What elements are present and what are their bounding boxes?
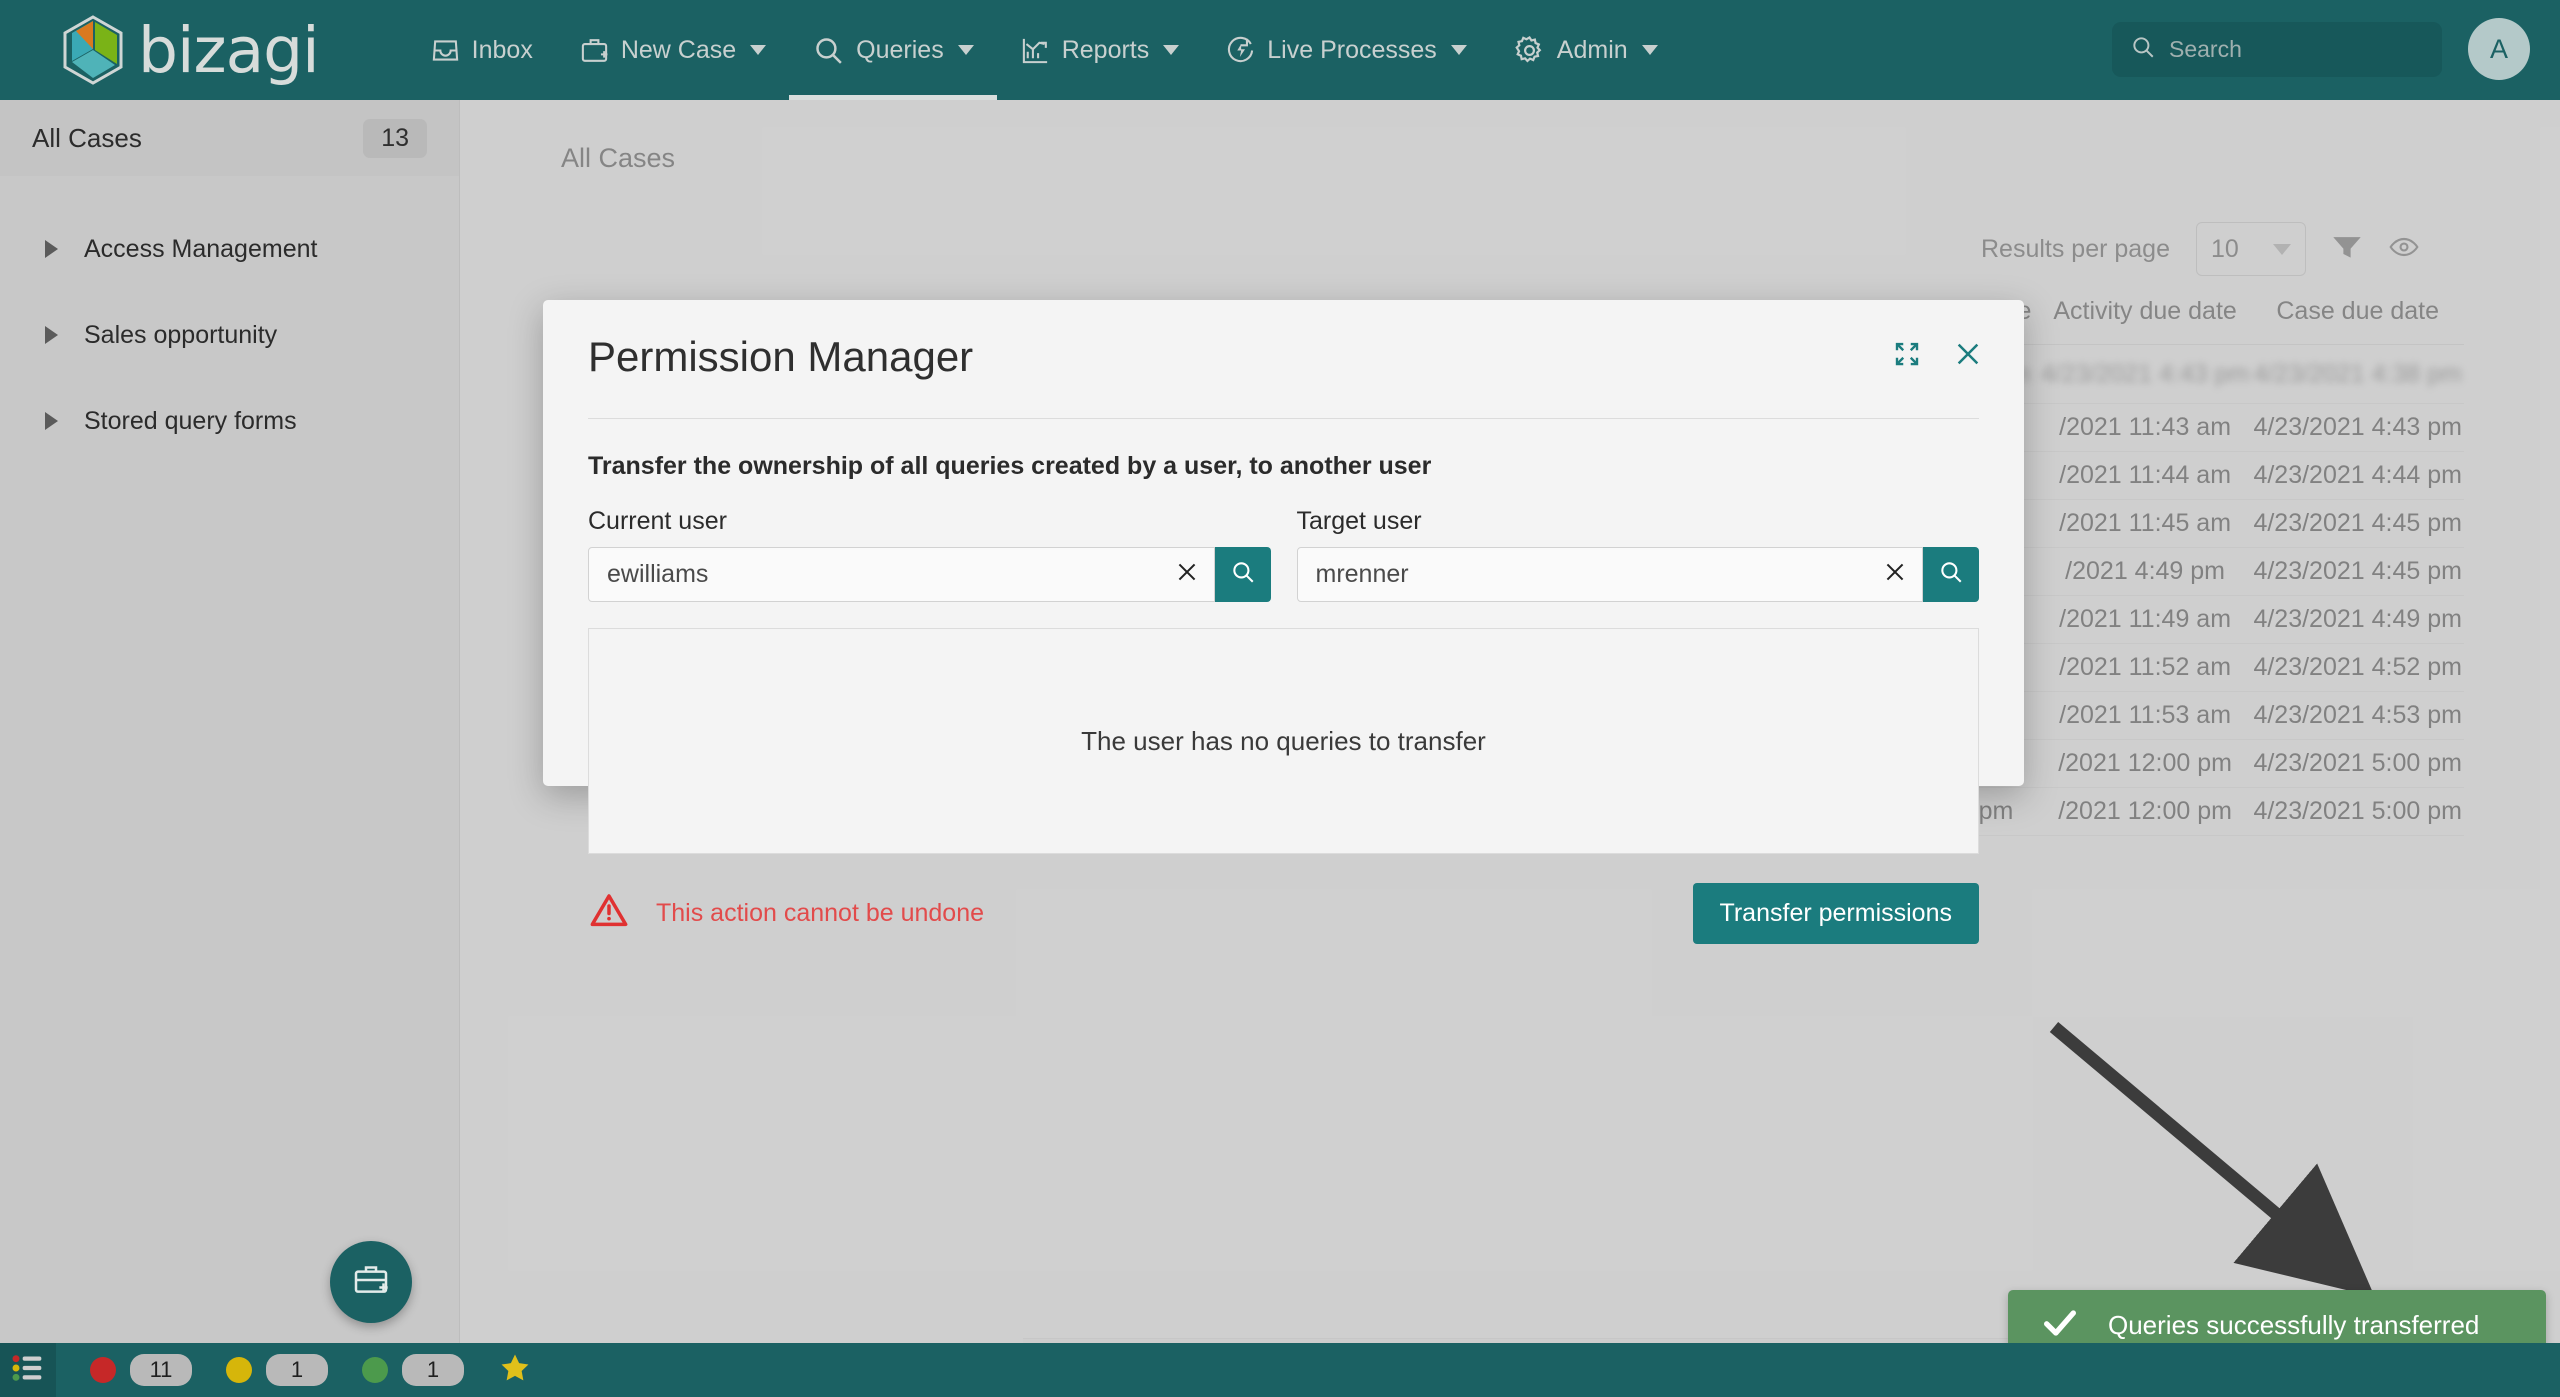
- sidebar-header-label: All Cases: [32, 122, 142, 153]
- nav-label: Queries: [856, 35, 944, 64]
- warning-area: This action cannot be undone: [588, 891, 984, 936]
- chevron-down-icon: [1641, 45, 1658, 55]
- chevron-right-icon: [45, 240, 58, 258]
- new-case-fab[interactable]: [330, 1241, 412, 1323]
- nav-label: New Case: [620, 35, 737, 64]
- bizagi-logo-icon: [62, 15, 124, 85]
- chart-icon: [1020, 35, 1051, 66]
- brand-name: bizagi: [138, 13, 320, 87]
- target-user-input[interactable]: [1315, 560, 1872, 589]
- badge-count-red: 11: [130, 1354, 192, 1386]
- current-user-input[interactable]: [607, 560, 1164, 589]
- nav-item-live-processes[interactable]: Live Processes: [1202, 0, 1490, 100]
- chevron-down-icon: [750, 45, 767, 55]
- permission-manager-dialog: Permission Manager Transfer the ownershi…: [543, 300, 2024, 944]
- inbox-icon: [430, 35, 461, 66]
- taskbar: 11 1 1: [0, 1343, 2560, 1397]
- sidebar-item-access-management[interactable]: Access Management: [0, 206, 459, 292]
- annotation-arrow: [2049, 1022, 2375, 1297]
- dialog-footer: This action cannot be undone Transfer pe…: [588, 880, 1979, 946]
- current-user-input-wrapper[interactable]: [588, 547, 1215, 602]
- chevron-down-icon: [1163, 45, 1180, 55]
- avatar[interactable]: A: [2468, 18, 2530, 80]
- toast-message: Queries successfully transferred: [2108, 1309, 2480, 1340]
- clear-icon[interactable]: [1174, 559, 1200, 590]
- chevron-down-icon: [957, 45, 974, 55]
- favorites-button[interactable]: [498, 1351, 532, 1390]
- taskbar-badge-green[interactable]: 1: [362, 1354, 464, 1386]
- sidebar-header-count: 13: [363, 118, 427, 158]
- taskbar-menu-button[interactable]: [0, 1343, 56, 1397]
- nav-item-reports[interactable]: Reports: [997, 0, 1203, 100]
- current-user-label: Current user: [588, 507, 727, 535]
- target-user-search-button[interactable]: [1923, 547, 1979, 602]
- nav-label: Inbox: [471, 35, 533, 64]
- target-user-field-group: Target user: [1296, 507, 1979, 602]
- status-dot-red: [90, 1357, 116, 1383]
- sidebar-item-sales-opportunity[interactable]: Sales opportunity: [0, 292, 459, 378]
- nav-label: Reports: [1061, 35, 1150, 64]
- expand-icon[interactable]: [1892, 339, 1922, 374]
- sidebar: All Cases 13 Access Management Sales opp…: [0, 100, 460, 1343]
- status-dot-yellow: [226, 1357, 252, 1383]
- search-input[interactable]: [2169, 36, 2424, 63]
- dialog-title: Permission Manager: [588, 333, 974, 380]
- current-user-search-button[interactable]: [1214, 547, 1271, 602]
- gear-icon: [1513, 34, 1546, 67]
- sidebar-item-label: Sales opportunity: [84, 320, 278, 349]
- list-menu-icon: [12, 1354, 44, 1387]
- check-icon: [2040, 1303, 2080, 1348]
- nav-item-admin[interactable]: Admin: [1490, 0, 1681, 100]
- live-processes-icon: [1225, 35, 1256, 66]
- chevron-right-icon: [45, 326, 58, 344]
- user-fields: Current user ewilliams Target user mrenn…: [588, 507, 1979, 602]
- top-navigation-bar: bizagi Inbox New Case Queries Reports Li…: [0, 0, 2560, 100]
- warning-icon: [588, 891, 630, 936]
- search-icon: [1230, 559, 1256, 590]
- status-dot-green: [362, 1357, 388, 1383]
- clear-icon[interactable]: [1882, 559, 1908, 590]
- queries-result-panel: The user has no queries to transfer: [588, 628, 1979, 854]
- sidebar-item-label: Access Management: [84, 234, 318, 263]
- sidebar-item-stored-query-forms[interactable]: Stored query forms: [0, 378, 459, 464]
- sidebar-header: All Cases 13: [0, 100, 459, 176]
- taskbar-badge-red[interactable]: 11: [90, 1354, 192, 1386]
- badge-count-green: 1: [402, 1354, 464, 1386]
- dialog-divider: [588, 418, 1979, 419]
- target-user-input-wrapper[interactable]: [1296, 547, 1923, 602]
- nav-item-inbox[interactable]: Inbox: [407, 0, 556, 100]
- new-case-icon: [351, 1260, 391, 1305]
- primary-nav: Inbox New Case Queries Reports Live Proc…: [407, 0, 1681, 100]
- dialog-header: Permission Manager: [543, 300, 2024, 418]
- transfer-permissions-button[interactable]: Transfer permissions: [1692, 882, 1979, 944]
- nav-item-new-case[interactable]: New Case: [556, 0, 789, 100]
- nav-item-queries[interactable]: Queries: [789, 0, 997, 100]
- sidebar-item-label: Stored query forms: [84, 406, 297, 435]
- chevron-down-icon: [1450, 45, 1467, 55]
- nav-label: Admin: [1556, 35, 1628, 64]
- taskbar-badge-yellow[interactable]: 1: [226, 1354, 328, 1386]
- dialog-subtitle: Transfer the ownership of all queries cr…: [588, 452, 1432, 480]
- global-search[interactable]: [2112, 22, 2442, 77]
- empty-state-message: The user has no queries to transfer: [1081, 725, 1486, 756]
- briefcase-plus-icon: [579, 35, 610, 66]
- search-icon: [812, 34, 845, 67]
- badge-count-yellow: 1: [266, 1354, 328, 1386]
- chevron-right-icon: [45, 412, 58, 430]
- search-icon: [1938, 559, 1964, 590]
- target-user-label: Target user: [1296, 507, 1422, 535]
- star-icon: [498, 1354, 532, 1389]
- current-user-field-group: Current user: [588, 507, 1271, 602]
- warning-text: This action cannot be undone: [656, 898, 985, 927]
- search-icon: [2130, 34, 2156, 65]
- close-icon[interactable]: [1952, 338, 1984, 375]
- nav-label: Live Processes: [1267, 35, 1437, 64]
- brand-logo[interactable]: bizagi: [62, 13, 320, 87]
